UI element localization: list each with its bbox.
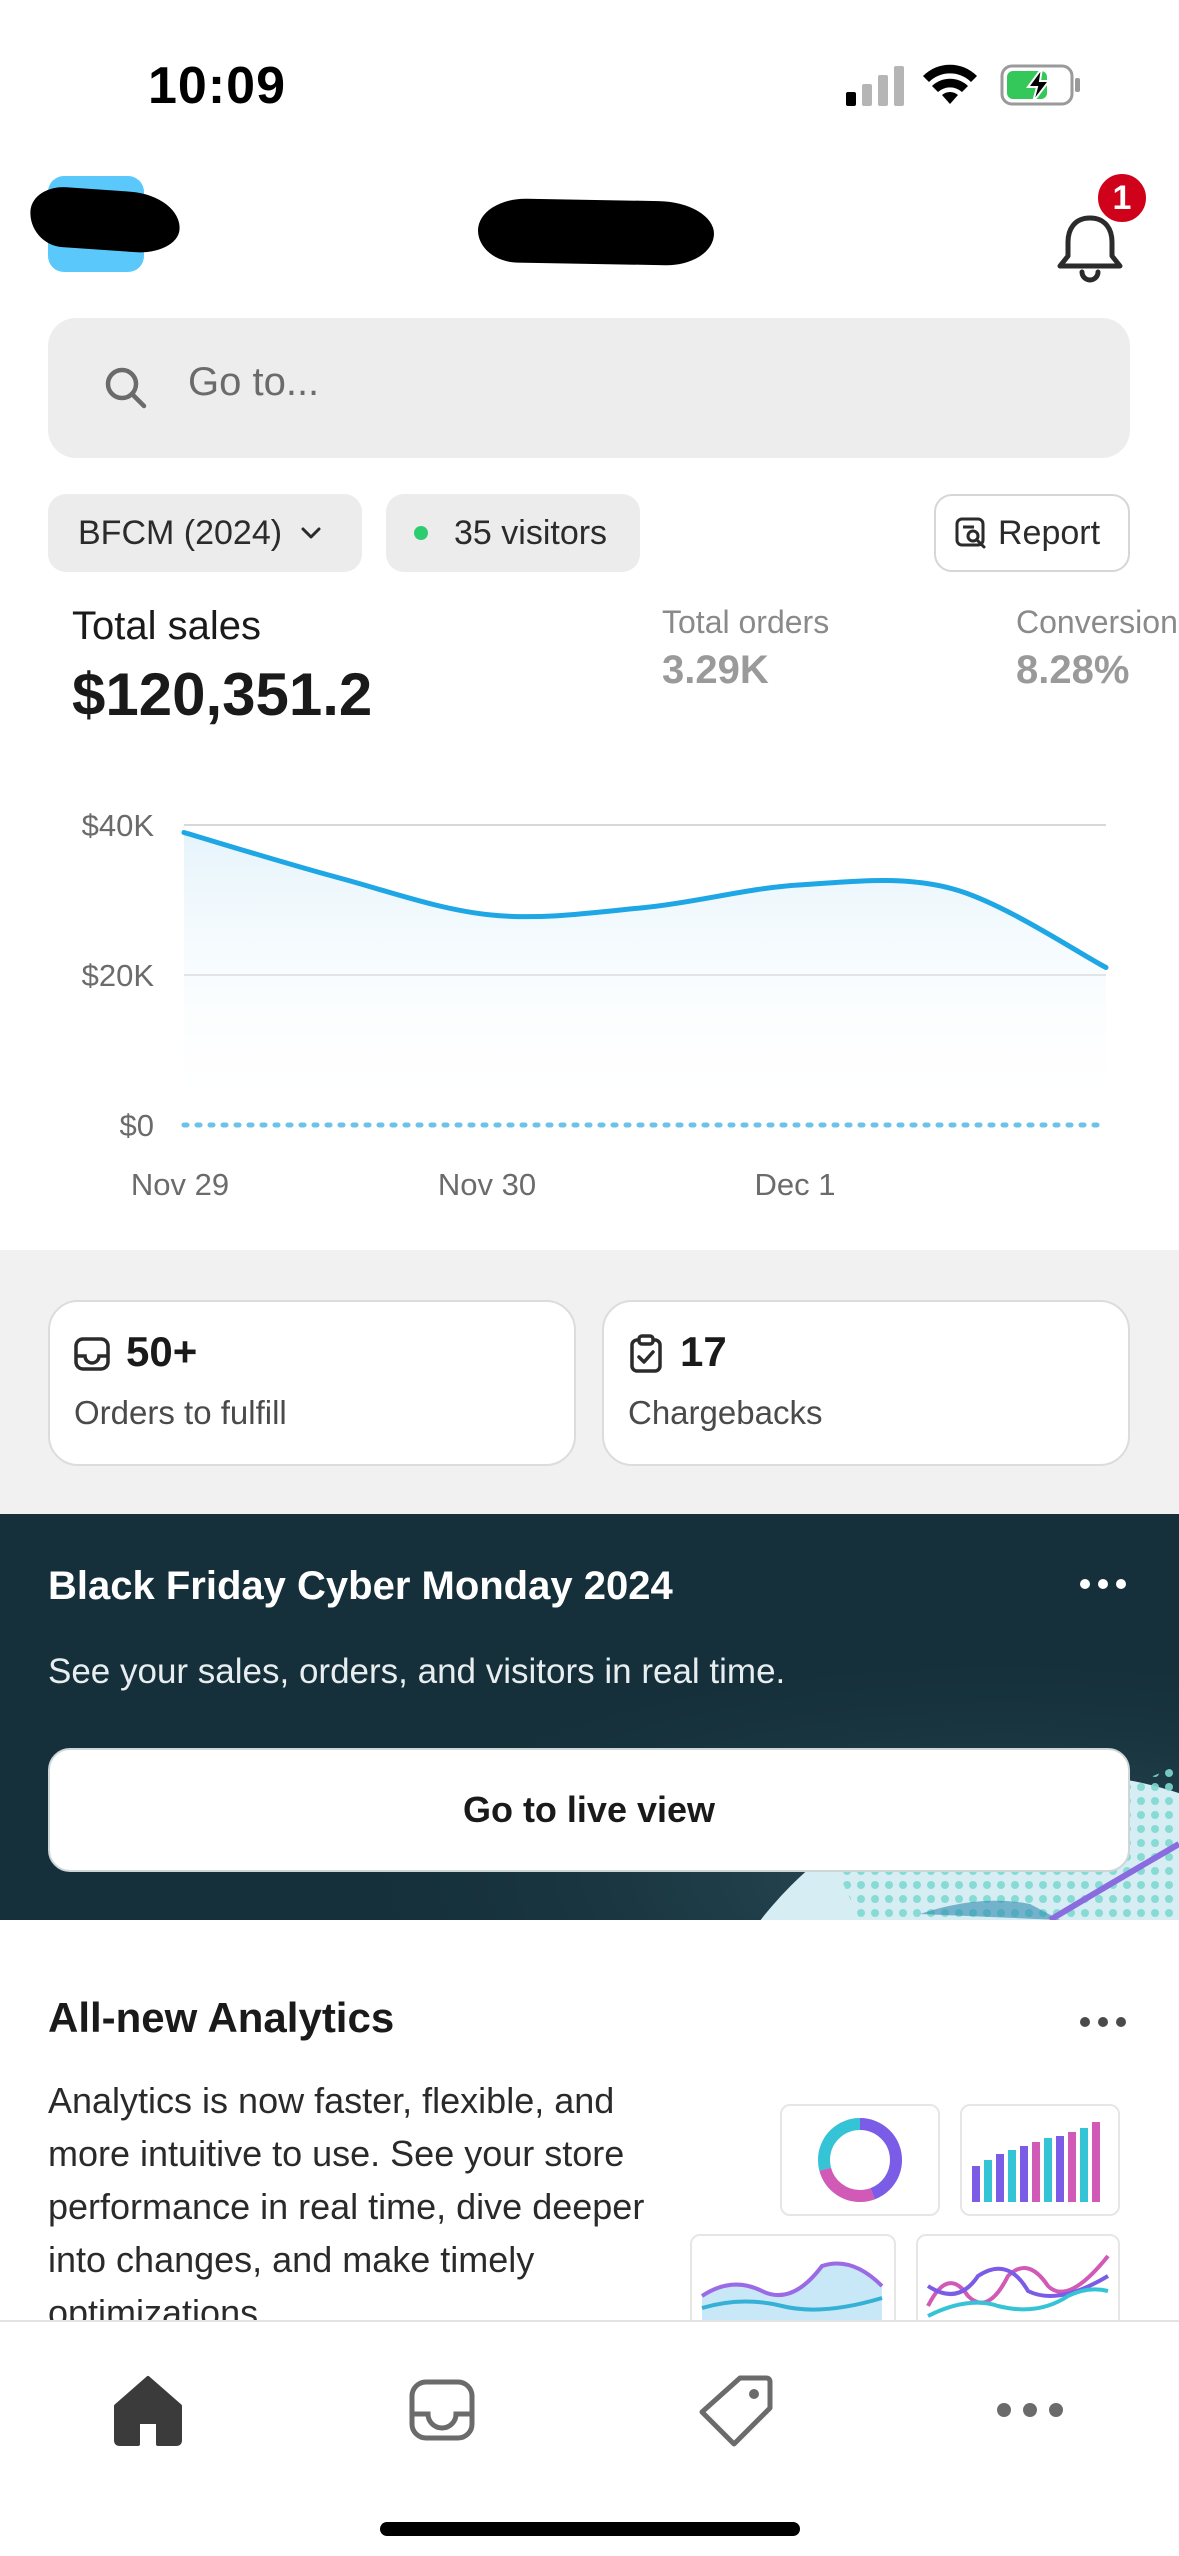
x-tick-label: Nov 29 <box>131 1167 229 1202</box>
chargebacks-card[interactable]: 17 Chargebacks <box>602 1300 1130 1466</box>
area-chart-thumbnail <box>690 2234 896 2324</box>
status-time: 10:09 <box>148 57 286 115</box>
report-button[interactable]: Report <box>934 494 1130 572</box>
date-range-label: BFCM (2024) <box>78 513 283 552</box>
bottom-tab-bar <box>0 2320 1179 2556</box>
visitors-label: 35 visitors <box>454 513 608 552</box>
search-placeholder: Go to... <box>188 360 320 404</box>
orders-to-fulfill-card[interactable]: 50+ Orders to fulfill <box>48 1300 576 1466</box>
y-tick-label: $0 <box>120 1108 154 1143</box>
notification-badge: 1 <box>1094 170 1150 226</box>
report-label: Report <box>998 513 1101 552</box>
conversion-label[interactable]: Conversion <box>1016 604 1178 641</box>
inbox-icon <box>74 1337 110 1371</box>
total-orders-value: 3.29K <box>662 648 769 692</box>
home-icon[interactable] <box>108 2370 188 2450</box>
redacted-title <box>477 197 715 267</box>
search-icon <box>105 367 147 409</box>
chargebacks-label: Chargebacks <box>628 1394 823 1431</box>
x-tick-label: Dec 1 <box>755 1167 836 1202</box>
home-indicator <box>380 2522 800 2536</box>
go-to-live-view-button[interactable]: Go to live view <box>48 1748 1130 1872</box>
more-options-icon[interactable] <box>1078 2014 1128 2030</box>
chevron-down-icon <box>301 527 321 539</box>
donut-chart-icon <box>818 2118 902 2202</box>
conversion-value: 8.28% <box>1016 648 1130 692</box>
report-icon <box>955 517 986 549</box>
analytics-body: Analytics is now faster, flexible, and m… <box>48 2080 645 2324</box>
x-tick-label: Nov 30 <box>438 1167 536 1202</box>
bfcm-description: See your sales, orders, and visitors in … <box>48 1652 786 1691</box>
more-options-icon[interactable] <box>1078 1576 1128 1592</box>
bfcm-banner: Black Friday Cyber Monday 2024 See your … <box>0 1514 1179 1920</box>
live-visitors-chip[interactable]: 35 visitors <box>386 494 640 572</box>
status-bar: 10:09 <box>0 0 1179 170</box>
sales-area-fill <box>184 832 1106 1125</box>
search-bar[interactable]: Go to... <box>48 318 1130 458</box>
total-orders-label[interactable]: Total orders <box>662 604 829 641</box>
battery-charging-icon <box>1000 64 1080 106</box>
cellular-signal-icon <box>846 66 904 106</box>
clipboard-check-icon <box>630 1334 662 1373</box>
bar-chart-thumbnail <box>960 2104 1120 2216</box>
donut-chart-thumbnail <box>780 2104 940 2216</box>
more-icon[interactable] <box>990 2370 1070 2450</box>
bar-chart-icon <box>972 2122 1100 2202</box>
date-range-dropdown[interactable]: BFCM (2024) <box>48 494 362 572</box>
total-sales-value: $120,351.2 <box>72 661 373 728</box>
analytics-promo-card: All-new Analytics Analytics is now faste… <box>0 1944 1179 2324</box>
app-header <box>0 170 1179 300</box>
quick-stats-section: 50+ Orders to fulfill 17 Chargebacks <box>0 1250 1179 1514</box>
total-sales-label[interactable]: Total sales <box>72 604 261 649</box>
y-tick-label: $40K <box>82 808 155 843</box>
orders-label: Orders to fulfill <box>74 1394 287 1431</box>
products-tag-icon[interactable] <box>696 2370 776 2450</box>
sales-line-chart[interactable]: $40K $20K $0 Nov 29 Nov 30 Dec 1 <box>0 780 1179 1220</box>
redacted-store-name <box>28 184 182 256</box>
y-tick-label: $20K <box>82 958 155 993</box>
live-dot-icon <box>414 526 428 540</box>
line-chart-icon <box>926 2254 1110 2318</box>
multi-line-chart-thumbnail <box>916 2234 1120 2324</box>
bfcm-title: Black Friday Cyber Monday 2024 <box>48 1564 673 1608</box>
wifi-icon <box>923 64 977 104</box>
analytics-title: All-new Analytics <box>48 1994 395 2041</box>
orders-icon[interactable] <box>402 2370 482 2450</box>
orders-count: 50+ <box>126 1328 198 1375</box>
chargebacks-count: 17 <box>680 1328 727 1375</box>
area-chart-icon <box>700 2261 884 2324</box>
